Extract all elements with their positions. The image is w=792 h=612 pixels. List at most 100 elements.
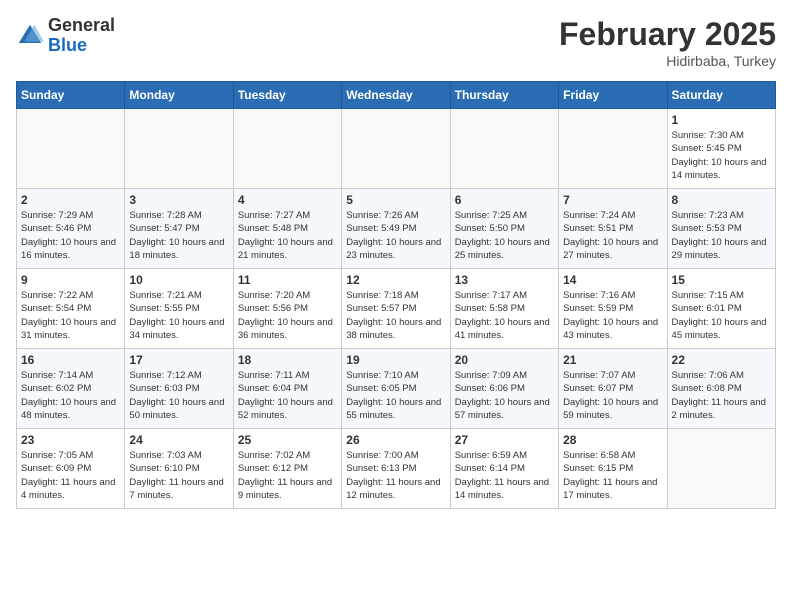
calendar-table: SundayMondayTuesdayWednesdayThursdayFrid… xyxy=(16,81,776,509)
calendar-cell: 10 Sunrise: 7:21 AM Sunset: 5:55 PM Dayli… xyxy=(125,269,233,349)
calendar-cell xyxy=(559,109,667,189)
calendar-header-row: SundayMondayTuesdayWednesdayThursdayFrid… xyxy=(17,82,776,109)
cell-content: Sunrise: 7:29 AM Sunset: 5:46 PM Dayligh… xyxy=(21,209,120,262)
cell-content: Sunrise: 7:26 AM Sunset: 5:49 PM Dayligh… xyxy=(346,209,445,262)
cell-content: Sunrise: 7:27 AM Sunset: 5:48 PM Dayligh… xyxy=(238,209,337,262)
cell-content: Sunrise: 7:16 AM Sunset: 5:59 PM Dayligh… xyxy=(563,289,662,342)
title-block: February 2025 Hidirbaba, Turkey xyxy=(559,16,776,69)
day-number: 1 xyxy=(672,113,771,127)
cell-content: Sunrise: 7:21 AM Sunset: 5:55 PM Dayligh… xyxy=(129,289,228,342)
day-number: 25 xyxy=(238,433,337,447)
location-subtitle: Hidirbaba, Turkey xyxy=(559,53,776,69)
calendar-cell: 11 Sunrise: 7:20 AM Sunset: 5:56 PM Dayli… xyxy=(233,269,341,349)
day-number: 26 xyxy=(346,433,445,447)
cell-content: Sunrise: 7:07 AM Sunset: 6:07 PM Dayligh… xyxy=(563,369,662,422)
cell-content: Sunrise: 7:00 AM Sunset: 6:13 PM Dayligh… xyxy=(346,449,445,502)
logo: General Blue xyxy=(16,16,115,56)
cell-content: Sunrise: 7:15 AM Sunset: 6:01 PM Dayligh… xyxy=(672,289,771,342)
calendar-week-row: 1 Sunrise: 7:30 AM Sunset: 5:45 PM Daylig… xyxy=(17,109,776,189)
calendar-cell: 15 Sunrise: 7:15 AM Sunset: 6:01 PM Dayli… xyxy=(667,269,775,349)
calendar-cell: 19Sunrise: 7:10 AM Sunset: 6:05 PM Dayli… xyxy=(342,349,450,429)
cell-content: Sunrise: 6:58 AM Sunset: 6:15 PM Dayligh… xyxy=(563,449,662,502)
cell-content: Sunrise: 7:24 AM Sunset: 5:51 PM Dayligh… xyxy=(563,209,662,262)
month-title: February 2025 xyxy=(559,16,776,53)
calendar-cell xyxy=(125,109,233,189)
calendar-cell xyxy=(342,109,450,189)
calendar-cell: 17 Sunrise: 7:12 AM Sunset: 6:03 PM Dayli… xyxy=(125,349,233,429)
calendar-cell: 18Sunrise: 7:11 AM Sunset: 6:04 PM Dayli… xyxy=(233,349,341,429)
day-number: 17 xyxy=(129,353,228,367)
cell-content: Sunrise: 7:05 AM Sunset: 6:09 PM Dayligh… xyxy=(21,449,120,502)
cell-content: Sunrise: 7:20 AM Sunset: 5:56 PM Dayligh… xyxy=(238,289,337,342)
cell-content: Sunrise: 7:11 AM Sunset: 6:04 PM Dayligh… xyxy=(238,369,337,422)
day-header-friday: Friday xyxy=(559,82,667,109)
logo-icon xyxy=(16,22,44,50)
cell-content: Sunrise: 6:59 AM Sunset: 6:14 PM Dayligh… xyxy=(455,449,554,502)
day-number: 2 xyxy=(21,193,120,207)
cell-content: Sunrise: 7:28 AM Sunset: 5:47 PM Dayligh… xyxy=(129,209,228,262)
day-number: 21 xyxy=(563,353,662,367)
cell-content: Sunrise: 7:22 AM Sunset: 5:54 PM Dayligh… xyxy=(21,289,120,342)
day-header-tuesday: Tuesday xyxy=(233,82,341,109)
calendar-cell: 21 Sunrise: 7:07 AM Sunset: 6:07 PM Dayli… xyxy=(559,349,667,429)
calendar-cell xyxy=(233,109,341,189)
calendar-cell: 22Sunrise: 7:06 AM Sunset: 6:08 PM Dayli… xyxy=(667,349,775,429)
page-header: General Blue February 2025 Hidirbaba, Tu… xyxy=(16,16,776,69)
day-number: 11 xyxy=(238,273,337,287)
day-header-monday: Monday xyxy=(125,82,233,109)
calendar-cell: 14 Sunrise: 7:16 AM Sunset: 5:59 PM Dayli… xyxy=(559,269,667,349)
day-number: 12 xyxy=(346,273,445,287)
logo-blue-text: Blue xyxy=(48,35,87,55)
calendar-cell: 27Sunrise: 6:59 AM Sunset: 6:14 PM Dayli… xyxy=(450,429,558,509)
calendar-cell: 25 Sunrise: 7:02 AM Sunset: 6:12 PM Dayli… xyxy=(233,429,341,509)
calendar-cell: 28 Sunrise: 6:58 AM Sunset: 6:15 PM Dayli… xyxy=(559,429,667,509)
day-number: 9 xyxy=(21,273,120,287)
calendar-week-row: 9 Sunrise: 7:22 AM Sunset: 5:54 PM Daylig… xyxy=(17,269,776,349)
calendar-cell: 2 Sunrise: 7:29 AM Sunset: 5:46 PM Daylig… xyxy=(17,189,125,269)
day-number: 15 xyxy=(672,273,771,287)
day-number: 20 xyxy=(455,353,554,367)
day-header-sunday: Sunday xyxy=(17,82,125,109)
calendar-cell xyxy=(450,109,558,189)
calendar-cell: 16Sunrise: 7:14 AM Sunset: 6:02 PM Dayli… xyxy=(17,349,125,429)
day-number: 14 xyxy=(563,273,662,287)
cell-content: Sunrise: 7:17 AM Sunset: 5:58 PM Dayligh… xyxy=(455,289,554,342)
calendar-cell: 13Sunrise: 7:17 AM Sunset: 5:58 PM Dayli… xyxy=(450,269,558,349)
calendar-cell: 6 Sunrise: 7:25 AM Sunset: 5:50 PM Daylig… xyxy=(450,189,558,269)
day-number: 10 xyxy=(129,273,228,287)
cell-content: Sunrise: 7:06 AM Sunset: 6:08 PM Dayligh… xyxy=(672,369,771,422)
cell-content: Sunrise: 7:18 AM Sunset: 5:57 PM Dayligh… xyxy=(346,289,445,342)
calendar-cell: 9 Sunrise: 7:22 AM Sunset: 5:54 PM Daylig… xyxy=(17,269,125,349)
day-number: 16 xyxy=(21,353,120,367)
calendar-cell: 1 Sunrise: 7:30 AM Sunset: 5:45 PM Daylig… xyxy=(667,109,775,189)
day-number: 28 xyxy=(563,433,662,447)
day-number: 5 xyxy=(346,193,445,207)
calendar-week-row: 23 Sunrise: 7:05 AM Sunset: 6:09 PM Dayli… xyxy=(17,429,776,509)
day-number: 3 xyxy=(129,193,228,207)
calendar-cell xyxy=(667,429,775,509)
day-header-thursday: Thursday xyxy=(450,82,558,109)
day-number: 23 xyxy=(21,433,120,447)
calendar-cell: 20 Sunrise: 7:09 AM Sunset: 6:06 PM Dayli… xyxy=(450,349,558,429)
cell-content: Sunrise: 7:30 AM Sunset: 5:45 PM Dayligh… xyxy=(672,129,771,182)
cell-content: Sunrise: 7:02 AM Sunset: 6:12 PM Dayligh… xyxy=(238,449,337,502)
calendar-week-row: 2 Sunrise: 7:29 AM Sunset: 5:46 PM Daylig… xyxy=(17,189,776,269)
day-number: 7 xyxy=(563,193,662,207)
day-number: 19 xyxy=(346,353,445,367)
day-number: 4 xyxy=(238,193,337,207)
calendar-cell xyxy=(17,109,125,189)
day-header-wednesday: Wednesday xyxy=(342,82,450,109)
calendar-week-row: 16Sunrise: 7:14 AM Sunset: 6:02 PM Dayli… xyxy=(17,349,776,429)
cell-content: Sunrise: 7:03 AM Sunset: 6:10 PM Dayligh… xyxy=(129,449,228,502)
calendar-cell: 7 Sunrise: 7:24 AM Sunset: 5:51 PM Daylig… xyxy=(559,189,667,269)
cell-content: Sunrise: 7:23 AM Sunset: 5:53 PM Dayligh… xyxy=(672,209,771,262)
calendar-cell: 5 Sunrise: 7:26 AM Sunset: 5:49 PM Daylig… xyxy=(342,189,450,269)
cell-content: Sunrise: 7:25 AM Sunset: 5:50 PM Dayligh… xyxy=(455,209,554,262)
cell-content: Sunrise: 7:09 AM Sunset: 6:06 PM Dayligh… xyxy=(455,369,554,422)
logo-text: General Blue xyxy=(48,16,115,56)
cell-content: Sunrise: 7:12 AM Sunset: 6:03 PM Dayligh… xyxy=(129,369,228,422)
day-header-saturday: Saturday xyxy=(667,82,775,109)
day-number: 8 xyxy=(672,193,771,207)
calendar-cell: 24Sunrise: 7:03 AM Sunset: 6:10 PM Dayli… xyxy=(125,429,233,509)
day-number: 6 xyxy=(455,193,554,207)
